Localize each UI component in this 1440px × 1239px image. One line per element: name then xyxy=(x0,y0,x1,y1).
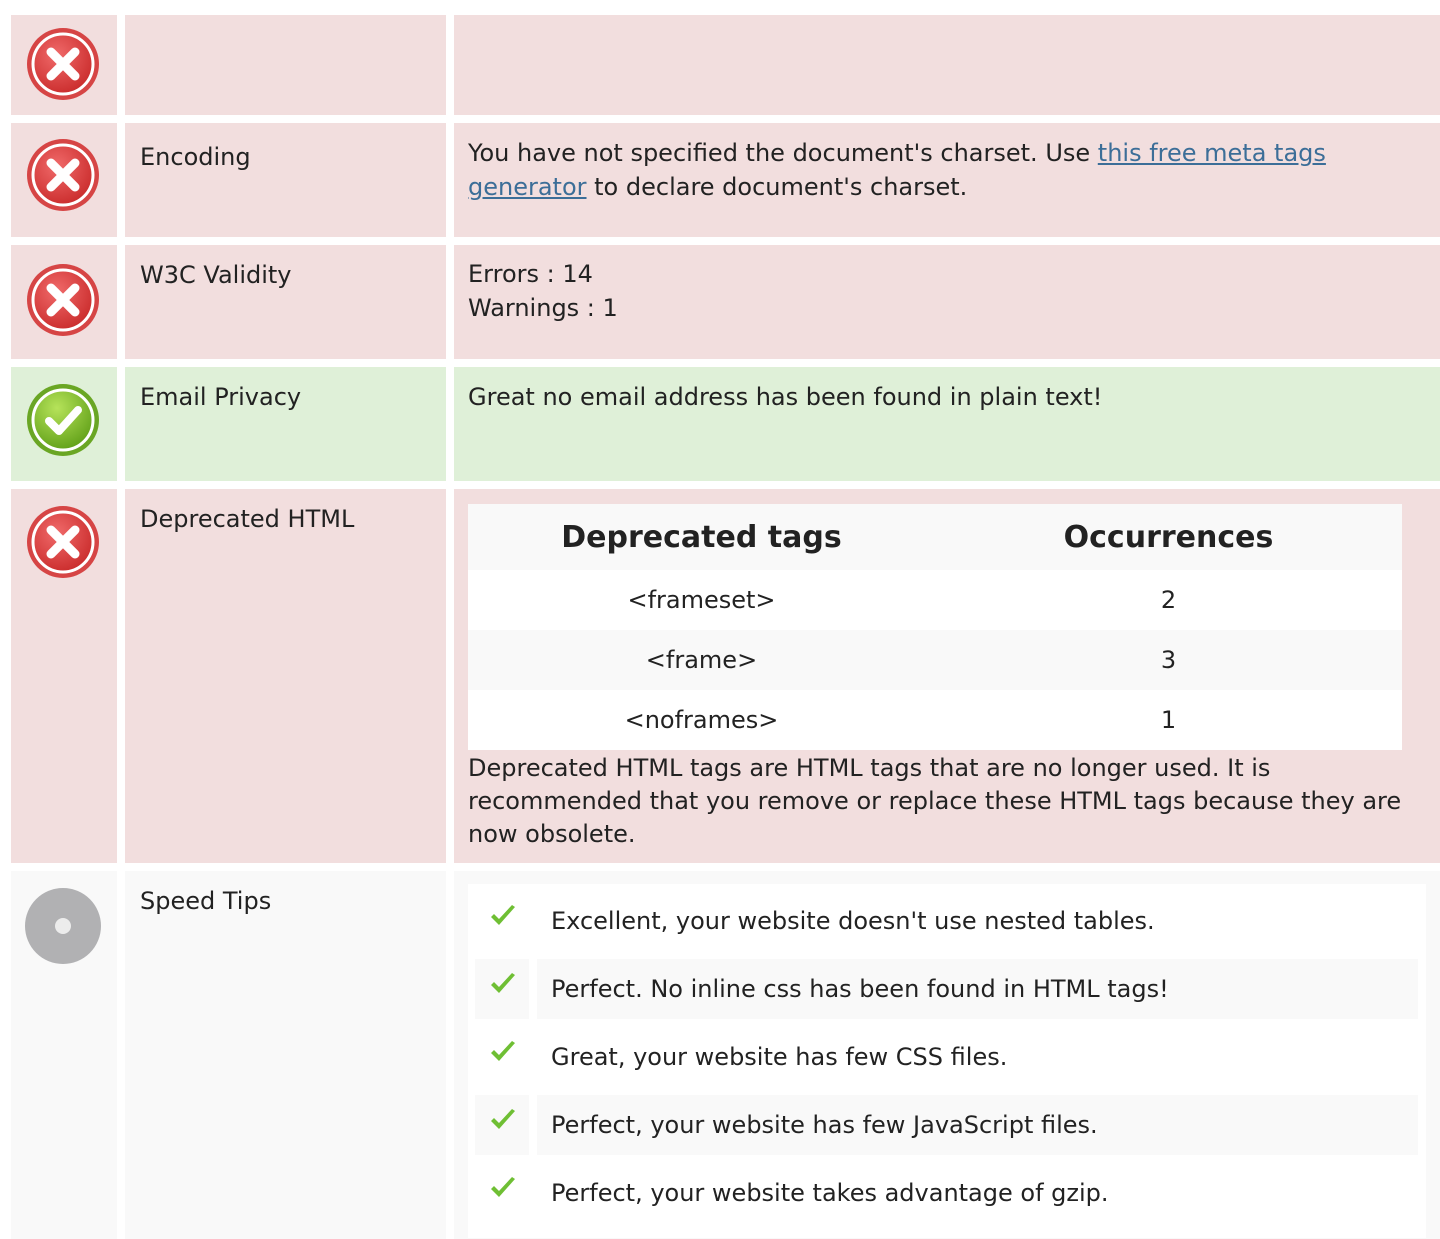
status-cell xyxy=(11,123,117,237)
tip-text: Great, your website has few CSS files. xyxy=(551,1043,1008,1071)
tag-cell: <frameset> xyxy=(627,586,776,614)
encoding-text-before: You have not specified the document's ch… xyxy=(468,139,1098,167)
tip-text-cell: Great, your website has few CSS files. xyxy=(537,1027,1418,1087)
error-x-icon xyxy=(27,28,99,100)
count-cell: 1 xyxy=(1160,706,1177,734)
tag-cell: <noframes> xyxy=(624,706,779,734)
tip-text-cell: Perfect. No inline css has been found in… xyxy=(537,959,1418,1019)
green-checkmark-icon xyxy=(491,1177,515,1197)
report-row-email-privacy: Email Privacy Great no email address has… xyxy=(0,367,1440,481)
list-item: Great, your website has few CSS files. xyxy=(475,1027,1418,1087)
report-row-encoding: Encoding You have not specified the docu… xyxy=(0,123,1440,237)
check-cell xyxy=(475,1027,529,1087)
description-cell: You have not specified the document's ch… xyxy=(454,123,1440,237)
report-row-w3c: W3C Validity Errors : 14 Warnings : 1 xyxy=(0,245,1440,359)
tip-text: Excellent, your website doesn't use nest… xyxy=(551,907,1155,935)
speed-tips-label: Speed Tips xyxy=(140,887,272,915)
speed-tips-list: Excellent, your website doesn't use nest… xyxy=(468,884,1426,1238)
tip-text: Perfect, your website takes advantage of… xyxy=(551,1179,1109,1207)
check-cell xyxy=(475,1163,529,1223)
tip-text-cell: Perfect, your website takes advantage of… xyxy=(537,1163,1418,1223)
green-checkmark-icon xyxy=(491,1109,515,1129)
description-cell: Deprecated tags Occurrences <frameset> 2… xyxy=(454,489,1440,863)
status-cell xyxy=(11,489,117,863)
check-cell xyxy=(475,1095,529,1155)
tip-text: Perfect, your website has few JavaScript… xyxy=(551,1111,1098,1139)
email-privacy-description: Great no email address has been found in… xyxy=(468,383,1103,411)
report-row-top xyxy=(0,15,1440,115)
status-cell xyxy=(11,367,117,481)
table-header-row: Deprecated tags Occurrences xyxy=(468,504,1402,570)
label-cell: Deprecated HTML xyxy=(125,489,446,863)
list-item: Perfect, your website has few JavaScript… xyxy=(475,1095,1418,1155)
encoding-text-after: to declare document's charset. xyxy=(586,173,968,201)
encoding-description: You have not specified the document's ch… xyxy=(468,136,1428,204)
success-check-icon xyxy=(27,384,99,456)
count-cell: 3 xyxy=(1160,646,1177,674)
description-cell: Excellent, your website doesn't use nest… xyxy=(454,871,1440,1239)
header-occurrences: Occurrences xyxy=(1063,519,1274,555)
description-cell: Great no email address has been found in… xyxy=(454,367,1440,481)
email-privacy-label: Email Privacy xyxy=(140,383,302,411)
label-cell: Speed Tips xyxy=(125,871,446,1239)
tip-text-cell: Excellent, your website doesn't use nest… xyxy=(537,891,1418,951)
count-cell: 2 xyxy=(1160,586,1177,614)
green-checkmark-icon xyxy=(491,905,515,925)
w3c-description: Errors : 14 Warnings : 1 xyxy=(468,257,1428,325)
description-cell xyxy=(454,15,1440,115)
deprecated-html-label: Deprecated HTML xyxy=(140,505,355,533)
tip-text-cell: Perfect, your website has few JavaScript… xyxy=(537,1095,1418,1155)
table-row: <frame> 3 xyxy=(468,630,1402,690)
green-checkmark-icon xyxy=(491,1041,515,1061)
report-row-speed-tips: Speed Tips Excellent, your website doesn… xyxy=(0,871,1440,1239)
deprecated-html-note: Deprecated HTML tags are HTML tags that … xyxy=(468,754,1402,848)
seo-report: Encoding You have not specified the docu… xyxy=(0,0,1440,1239)
status-cell xyxy=(11,15,117,115)
tip-text: Perfect. No inline css has been found in… xyxy=(551,975,1169,1003)
error-x-icon xyxy=(27,264,99,336)
w3c-errors: Errors : 14 xyxy=(468,260,593,288)
check-cell xyxy=(475,959,529,1019)
header-deprecated-tags: Deprecated tags xyxy=(561,519,842,555)
green-checkmark-icon xyxy=(491,973,515,993)
label-cell xyxy=(125,15,446,115)
neutral-circle-icon xyxy=(25,888,101,964)
label-cell: Email Privacy xyxy=(125,367,446,481)
error-x-icon xyxy=(27,139,99,211)
label-cell: W3C Validity xyxy=(125,245,446,359)
list-item: Excellent, your website doesn't use nest… xyxy=(475,891,1418,951)
table-row: <frameset> 2 xyxy=(468,570,1402,630)
w3c-label: W3C Validity xyxy=(140,261,292,289)
report-row-deprecated-html: Deprecated HTML Deprecated tags Occurren… xyxy=(0,489,1440,863)
tag-cell: <frame> xyxy=(645,646,758,674)
description-cell: Errors : 14 Warnings : 1 xyxy=(454,245,1440,359)
deprecated-tags-table: Deprecated tags Occurrences <frameset> 2… xyxy=(468,504,1402,750)
status-cell xyxy=(11,871,117,1239)
list-item: Perfect, your website takes advantage of… xyxy=(475,1163,1418,1223)
check-cell xyxy=(475,891,529,951)
encoding-label: Encoding xyxy=(140,143,251,171)
error-x-icon xyxy=(27,506,99,578)
status-cell xyxy=(11,245,117,359)
w3c-warnings: Warnings : 1 xyxy=(468,294,618,322)
table-row: <noframes> 1 xyxy=(468,690,1402,750)
label-cell: Encoding xyxy=(125,123,446,237)
list-item: Perfect. No inline css has been found in… xyxy=(475,959,1418,1019)
